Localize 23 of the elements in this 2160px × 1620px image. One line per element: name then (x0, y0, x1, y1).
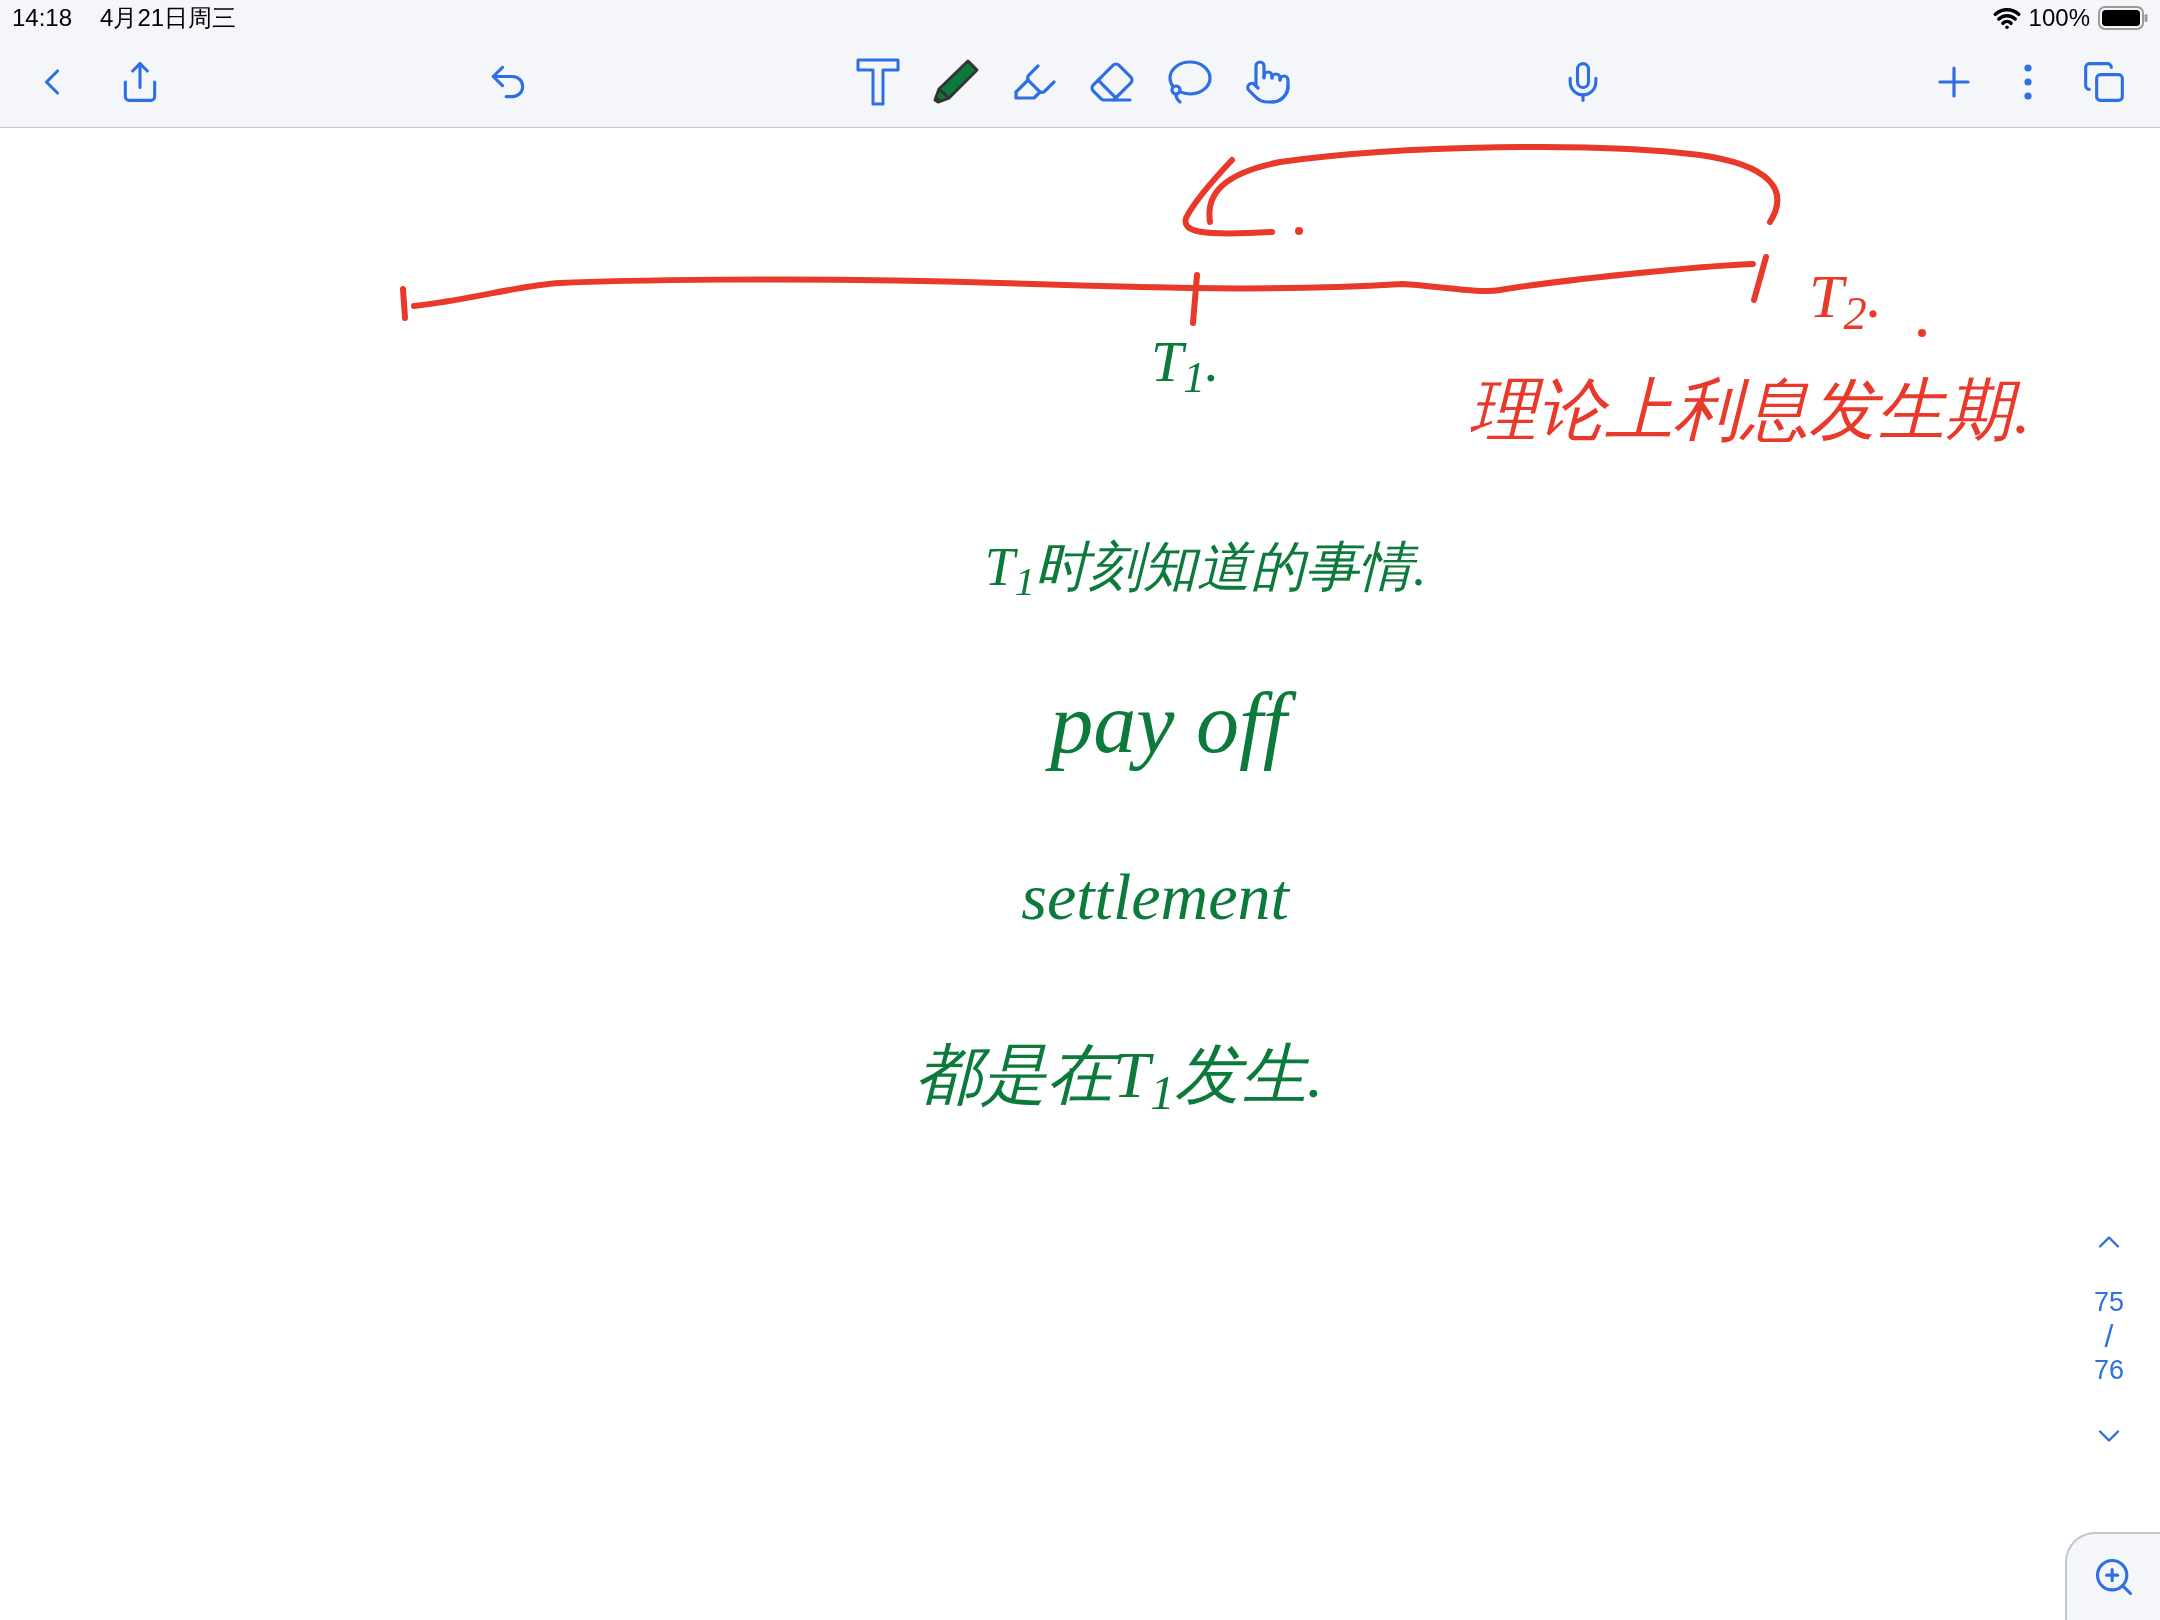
battery-percentage: 100% (2028, 3, 2090, 33)
pointing-hand-icon (1244, 57, 1292, 106)
status-date: 4月21日周三 (100, 3, 237, 33)
handwritten-note: 都是在T$_{1}$发生. (914, 1037, 1325, 1117)
page-separator: / (2104, 1318, 2114, 1354)
pages-icon (2082, 59, 2126, 104)
text-tool-icon (856, 57, 900, 106)
handwritten-note: settlement (1020, 859, 1291, 935)
handwritten-note: 理论上利息发生期. (1468, 371, 2032, 450)
handwritten-note: pay off (1046, 670, 1304, 778)
battery-icon (2098, 6, 2148, 30)
handwritten-note: T$_{1}$. (1149, 328, 1221, 399)
ink-dot (1295, 227, 1303, 235)
current-page-number: 75 (2093, 1286, 2124, 1318)
ink-dot (1918, 329, 1926, 337)
status-time: 14:18 (12, 3, 73, 33)
handwritten-note: T$_{1}$时刻知道的事情. (983, 536, 1428, 602)
more-icon (2024, 63, 2032, 100)
handwritten-note: T$_{2}$. (1808, 261, 1884, 336)
total-page-number: 76 (2093, 1354, 2124, 1386)
lasso-icon (1166, 57, 1214, 106)
zoom-button[interactable] (2065, 1532, 2160, 1620)
tick-mark (1190, 272, 1200, 326)
